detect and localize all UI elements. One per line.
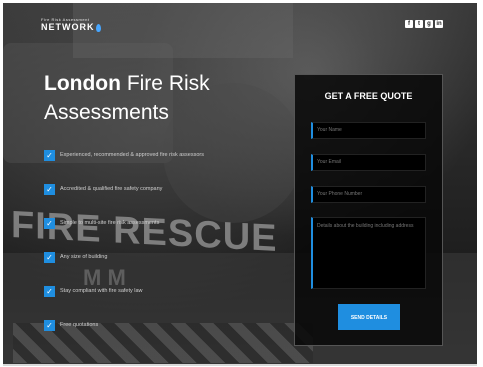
brand-tagline: Fire Risk Assessment — [41, 17, 90, 22]
flame-icon — [95, 23, 101, 32]
feature-item: ✓ Accredited & qualified fire safety comp… — [44, 183, 204, 195]
send-details-button[interactable]: SEND DETAILS — [338, 304, 400, 330]
quote-form: GET A FREE QUOTE SEND DETAILS — [294, 74, 443, 346]
feature-item: ✓ Stay compliant with fire safety law — [44, 285, 204, 297]
feature-item: ✓ Free quotations — [44, 319, 204, 331]
linkedin-icon[interactable]: in — [435, 20, 443, 28]
feature-item: ✓ Experienced, recommended & approved fir… — [44, 149, 204, 161]
page-frame: FIRE RESCUE M M Fire Risk Assessment NET… — [3, 3, 477, 366]
phone-field[interactable] — [311, 186, 426, 203]
feature-item: ✓ Any size of building — [44, 251, 204, 263]
feature-item: ✓ Simple to multi-site fire risk assessme… — [44, 217, 204, 229]
page-title-rest: Fire Risk — [126, 72, 210, 95]
checkmark-icon: ✓ — [44, 319, 55, 331]
google-plus-icon[interactable]: g — [425, 20, 433, 28]
email-field[interactable] — [311, 154, 426, 171]
social-links: f t g in — [405, 20, 443, 28]
checkmark-icon: ✓ — [44, 251, 55, 263]
twitter-icon[interactable]: t — [415, 20, 423, 28]
checkmark-icon: ✓ — [44, 217, 55, 229]
name-field[interactable] — [311, 122, 426, 139]
brand-name: NETWORK — [41, 22, 95, 32]
brand-logo[interactable]: Fire Risk Assessment NETWORK — [41, 17, 101, 32]
quote-form-heading: GET A FREE QUOTE — [324, 91, 413, 101]
checkmark-icon: ✓ — [44, 149, 55, 161]
details-field[interactable] — [311, 217, 426, 289]
page-title-bold: London — [44, 72, 121, 95]
page-title-line2: Assessments — [44, 101, 169, 124]
facebook-icon[interactable]: f — [405, 20, 413, 28]
page-title: London Fire Risk Assessments — [44, 69, 210, 127]
feature-list: ✓ Experienced, recommended & approved fir… — [44, 149, 204, 353]
checkmark-icon: ✓ — [44, 183, 55, 195]
checkmark-icon: ✓ — [44, 285, 55, 297]
